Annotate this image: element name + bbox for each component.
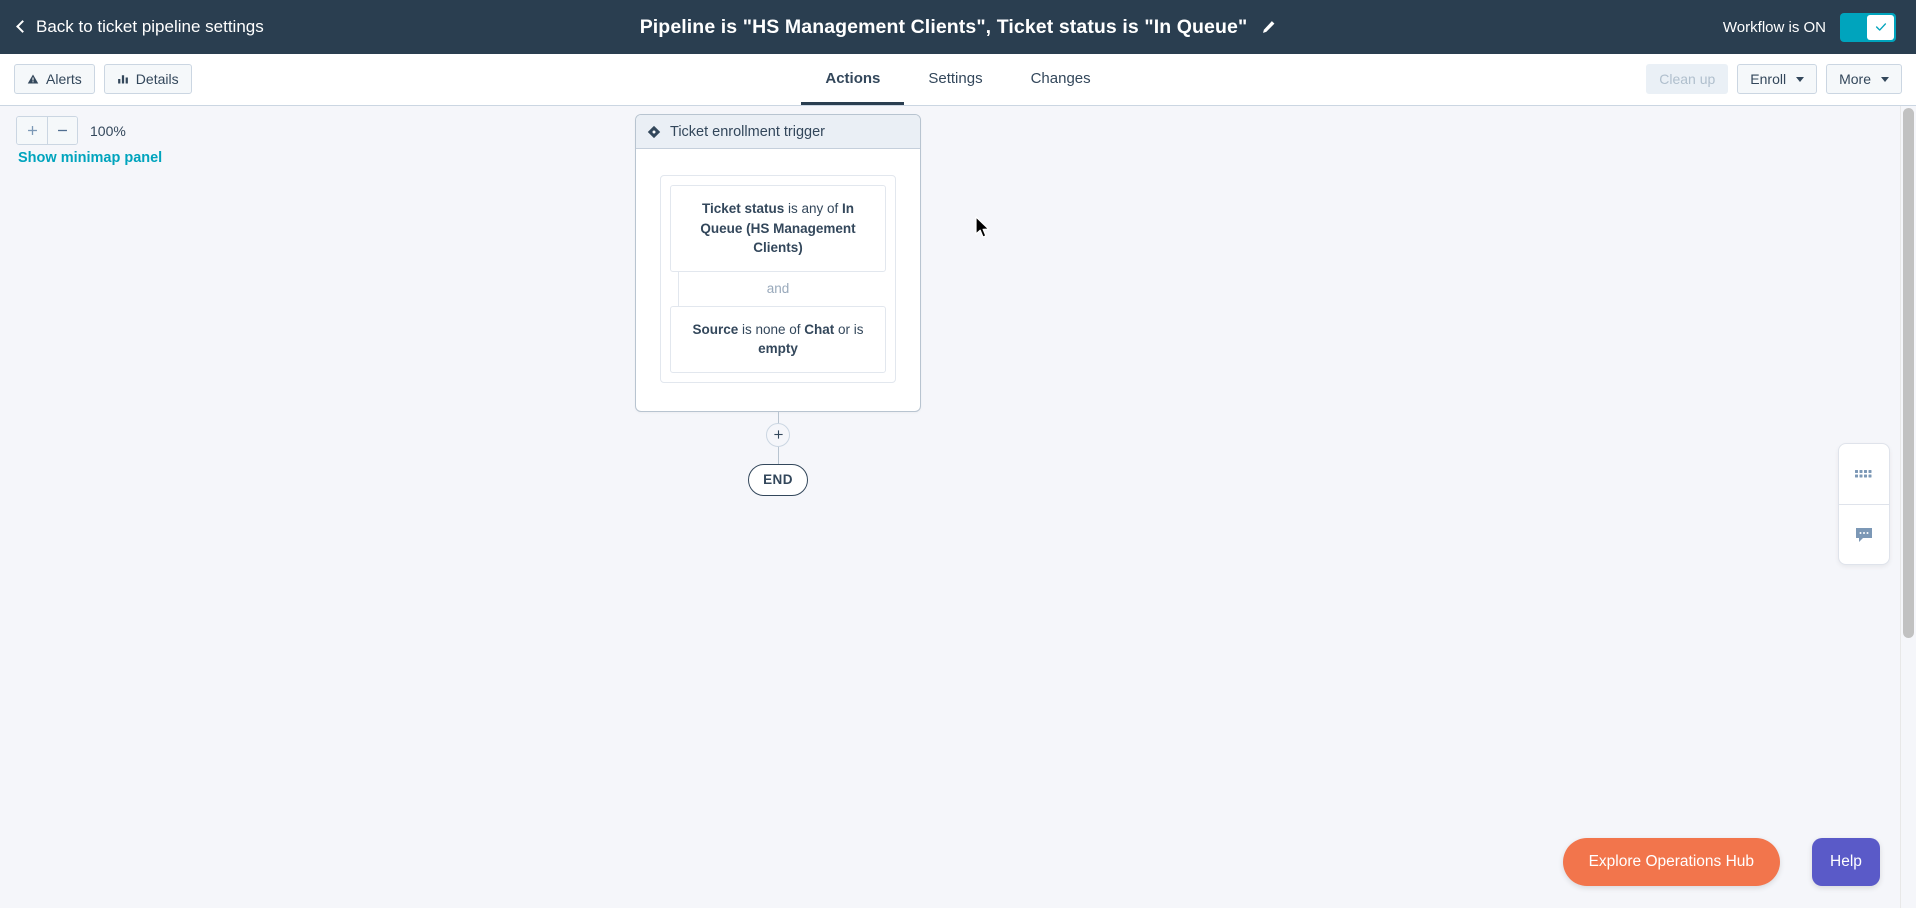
grid-dots-icon: [1855, 470, 1872, 478]
add-step-button[interactable]: [766, 422, 790, 447]
chat-button[interactable]: [1839, 504, 1889, 564]
help-button[interactable]: Help: [1812, 838, 1880, 886]
condition-row-1[interactable]: Ticket status is any of In Queue (HS Man…: [670, 185, 886, 272]
more-button-label: More: [1839, 71, 1871, 87]
connector-line: [678, 271, 679, 306]
workflow-flow: Ticket enrollment trigger Ticket status …: [635, 114, 925, 496]
page-title-group: Pipeline is "HS Management Clients", Tic…: [0, 16, 1916, 39]
back-to-ticket-pipeline-settings-link[interactable]: Back to ticket pipeline settings: [16, 17, 264, 37]
more-button[interactable]: More: [1826, 64, 1902, 94]
tab-bar: Actions Settings Changes: [0, 54, 1916, 106]
tab-actions[interactable]: Actions: [801, 54, 905, 105]
condition-2-operator: is none of: [738, 321, 805, 337]
action-toolbar: Alerts Details Actions Settings Changes …: [0, 54, 1916, 106]
condition-row-2[interactable]: Source is none of Chat or is empty: [670, 305, 886, 373]
clean-up-button: Clean up: [1646, 64, 1729, 94]
workflow-status-label: Workflow is ON: [1722, 18, 1826, 36]
plus-circle-icon: [773, 430, 783, 439]
ticket-enrollment-trigger-card[interactable]: Ticket enrollment trigger Ticket status …: [635, 114, 921, 412]
page-title: Pipeline is "HS Management Clients", Tic…: [639, 15, 1248, 38]
tab-settings-label: Settings: [928, 69, 983, 87]
apps-grid-button[interactable]: [1839, 444, 1889, 504]
and-label: and: [766, 281, 790, 297]
end-node: END: [748, 463, 808, 496]
check-icon: [1875, 23, 1886, 31]
workflow-canvas[interactable]: 100% Show minimap panel Ticket enrollmen…: [0, 106, 1908, 908]
chevron-down-icon: [1881, 76, 1889, 82]
zoom-button-group: [16, 116, 78, 145]
top-bar: Back to ticket pipeline settings Pipelin…: [0, 0, 1916, 54]
trigger-card-header: Ticket enrollment trigger: [636, 115, 920, 149]
zoom-controls: 100%: [16, 116, 126, 145]
plus-icon: [27, 126, 37, 135]
workflow-on-off-toggle[interactable]: [1840, 12, 1896, 42]
condition-1-property: Ticket status: [701, 201, 785, 216]
workflow-status-group: Workflow is ON: [1722, 12, 1896, 42]
enroll-button-label: Enroll: [1750, 71, 1787, 87]
condition-2-value-2: empty: [758, 341, 798, 357]
toolbar-right-group: Clean up Enroll More: [1646, 64, 1902, 94]
tab-actions-label: Actions: [825, 69, 881, 87]
toggle-knob: [1867, 14, 1894, 40]
tab-settings[interactable]: Settings: [904, 54, 1006, 105]
end-node-label: END: [763, 472, 793, 488]
trigger-card-header-label: Ticket enrollment trigger: [670, 123, 825, 140]
flow-connector: [635, 411, 921, 464]
mouse-cursor: [975, 216, 992, 245]
chevron-left-icon: [16, 20, 29, 33]
tab-changes-label: Changes: [1030, 69, 1091, 87]
minus-icon: [58, 129, 67, 132]
tab-changes[interactable]: Changes: [1007, 54, 1115, 105]
enroll-button[interactable]: Enroll: [1737, 64, 1818, 94]
condition-2-value: Chat: [804, 321, 835, 337]
explore-operations-hub-button[interactable]: Explore Operations Hub: [1562, 838, 1780, 886]
condition-2-conjunction: or is: [834, 321, 864, 337]
trigger-card-body: Ticket status is any of In Queue (HS Man…: [636, 149, 920, 411]
zoom-level-label: 100%: [90, 122, 126, 139]
chevron-down-icon: [1796, 76, 1805, 82]
condition-connector: and: [670, 271, 886, 306]
vertical-scrollbar-track[interactable]: [1900, 106, 1916, 908]
condition-2-property: Source: [692, 321, 739, 337]
back-link-label: Back to ticket pipeline settings: [36, 17, 264, 36]
filter-group: Ticket status is any of In Queue (HS Man…: [660, 175, 896, 383]
show-minimap-panel-link[interactable]: Show minimap panel: [18, 150, 162, 166]
chat-bubble-icon: [1856, 527, 1872, 542]
floating-side-panel: [1838, 443, 1890, 565]
end-node-wrapper: END: [635, 463, 921, 496]
pencil-icon[interactable]: [1261, 20, 1276, 35]
vertical-scrollbar-thumb[interactable]: [1903, 108, 1914, 638]
clean-up-button-label: Clean up: [1659, 71, 1716, 87]
condition-1-operator: is any of: [784, 201, 843, 216]
diamond-filter-icon: [647, 125, 661, 139]
zoom-in-button[interactable]: [17, 117, 47, 144]
zoom-out-button[interactable]: [47, 117, 77, 144]
